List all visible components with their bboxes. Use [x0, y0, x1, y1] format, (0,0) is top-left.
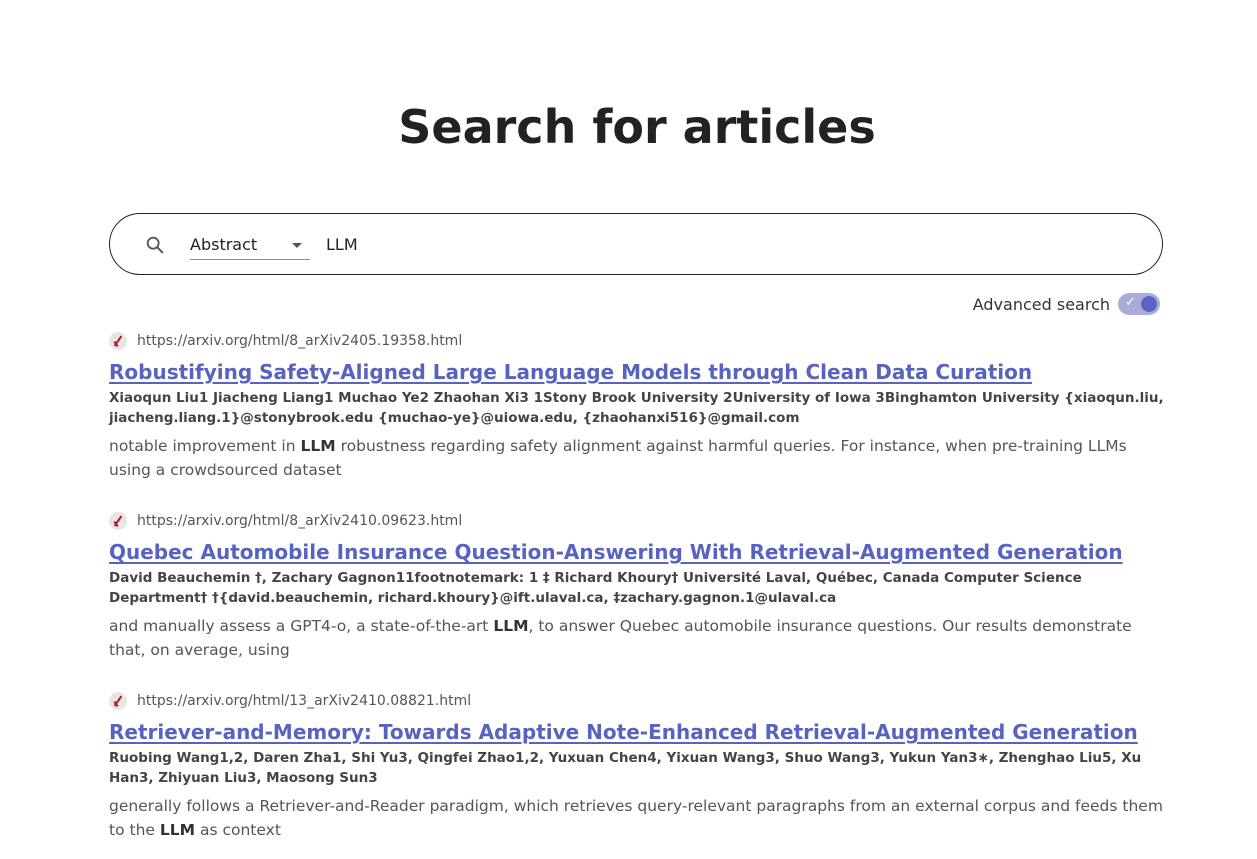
- snippet-text: notable improvement in: [109, 437, 301, 455]
- result-url: https://arxiv.org/html/13_arXiv2410.0882…: [137, 693, 472, 709]
- search-field-value: Abstract: [190, 235, 258, 254]
- result-authors: David Beauchemin †, Zachary Gagnon11foot…: [109, 570, 1082, 606]
- advanced-search-label: Advanced search: [972, 294, 1110, 314]
- toggle-knob: [1141, 296, 1157, 312]
- search-field-select[interactable]: Abstract: [190, 233, 310, 260]
- result-item: https://arxiv.org/html/8_arXiv2410.09623…: [109, 510, 1169, 662]
- result-url: https://arxiv.org/html/8_arXiv2405.19358…: [137, 333, 463, 349]
- search-page: Search for articles Abstract Advanced se…: [0, 0, 1257, 859]
- snippet-highlight: LLM: [300, 437, 336, 455]
- result-source: https://arxiv.org/html/13_arXiv2410.0882…: [109, 690, 1169, 712]
- result-snippet: generally follows a Retriever-and-Reader…: [109, 794, 1169, 842]
- result-authors: Ruobing Wang1,2, Daren Zha1, Shi Yu3, Qi…: [109, 750, 1142, 786]
- page-title: Search for articles: [398, 100, 876, 154]
- chevron-down-icon: [292, 243, 302, 248]
- snippet-highlight: LLM: [493, 617, 529, 635]
- search-icon[interactable]: [144, 234, 166, 256]
- arxiv-icon: [109, 332, 127, 350]
- advanced-search-toggle[interactable]: ✓: [1118, 293, 1160, 315]
- result-item: https://arxiv.org/html/8_arXiv2405.19358…: [109, 330, 1169, 482]
- results-list: https://arxiv.org/html/8_arXiv2405.19358…: [109, 330, 1169, 859]
- result-url: https://arxiv.org/html/8_arXiv2410.09623…: [137, 513, 463, 529]
- result-item: https://arxiv.org/html/13_arXiv2410.0882…: [109, 690, 1169, 842]
- result-title-link[interactable]: Retriever-and-Memory: Towards Adaptive N…: [109, 720, 1169, 744]
- advanced-search: Advanced search ✓: [973, 293, 1160, 315]
- arxiv-icon: [109, 692, 127, 710]
- result-source: https://arxiv.org/html/8_arXiv2405.19358…: [109, 330, 1169, 352]
- search-input[interactable]: [326, 230, 1126, 258]
- arxiv-icon: [109, 512, 127, 530]
- result-source: https://arxiv.org/html/8_arXiv2410.09623…: [109, 510, 1169, 532]
- snippet-highlight: LLM: [159, 821, 196, 839]
- check-icon: ✓: [1125, 295, 1136, 310]
- snippet-text: and manually assess a GPT4-o, a state-of…: [109, 617, 494, 635]
- result-authors: Xiaoqun Liu1 Jiacheng Liang1 Muchao Ye2 …: [109, 390, 1164, 426]
- result-snippet: and manually assess a GPT4-o, a state-of…: [109, 614, 1169, 662]
- result-title-link[interactable]: Quebec Automobile Insurance Question-Ans…: [109, 540, 1169, 564]
- result-title-link[interactable]: Robustifying Safety-Aligned Large Langua…: [109, 360, 1169, 384]
- result-snippet: notable improvement in LLM robustness re…: [109, 434, 1169, 482]
- search-bar: Abstract: [109, 213, 1163, 275]
- snippet-text: as context: [195, 821, 281, 839]
